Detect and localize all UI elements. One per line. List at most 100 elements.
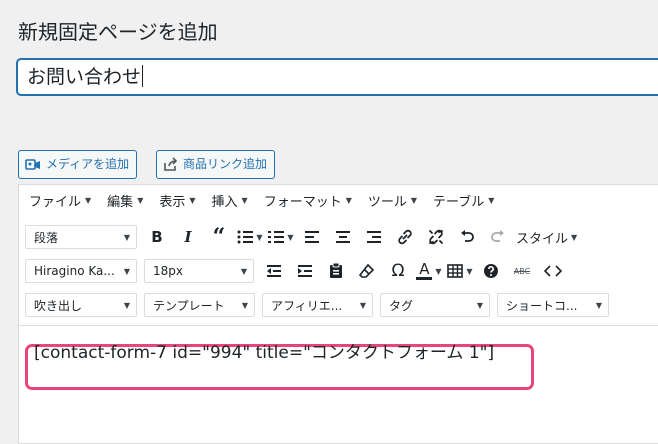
menu-tools-label: ツール bbox=[367, 194, 407, 210]
undo-button[interactable] bbox=[454, 223, 480, 251]
strikethrough-icon: ABC bbox=[513, 266, 531, 276]
toolbar-row-3: 吹き出し ▼ テンプレート ▼ アフィリエ... ▼ タグ ▼ ショートコ... ▼ bbox=[19, 288, 658, 322]
undo-icon bbox=[459, 229, 475, 245]
code-icon bbox=[544, 264, 562, 278]
italic-button[interactable]: I bbox=[175, 223, 201, 251]
style-dropdown[interactable]: スタイル ▼ bbox=[516, 223, 577, 251]
indent-button[interactable] bbox=[292, 257, 318, 285]
toolbar-row-1: 段落 ▼ B I “ ▼ ▼ スタイル ▼ bbox=[19, 220, 658, 254]
help-button[interactable] bbox=[478, 257, 504, 285]
menu-table-label: テーブル bbox=[433, 194, 485, 210]
clear-formatting-button[interactable] bbox=[354, 257, 380, 285]
menu-format-label: フォーマット bbox=[263, 194, 342, 210]
chevron-down-icon: ▼ bbox=[123, 266, 130, 276]
text-color-icon: A bbox=[416, 262, 433, 280]
chevron-down-icon: ▼ bbox=[241, 195, 248, 205]
shortcode-text: [contact-form-7 id="994" title="コンタクトフォー… bbox=[34, 343, 495, 363]
bullet-list-icon bbox=[237, 230, 254, 244]
outdent-icon bbox=[266, 264, 282, 278]
special-character-button[interactable]: Ω bbox=[385, 257, 411, 285]
affiliate-select[interactable]: アフィリエ... ▼ bbox=[262, 293, 373, 317]
paste-text-button[interactable] bbox=[323, 257, 349, 285]
format-select[interactable]: 段落 ▼ bbox=[25, 225, 137, 249]
chevron-down-icon: ▼ bbox=[345, 195, 352, 205]
chevron-down-icon: ▼ bbox=[359, 300, 366, 310]
text-color-button[interactable]: A ▼ bbox=[416, 257, 442, 285]
insert-link-button[interactable] bbox=[392, 223, 418, 251]
omega-icon: Ω bbox=[391, 261, 405, 281]
product-link-button[interactable]: 商品リンク追加 bbox=[156, 150, 276, 179]
outdent-button[interactable] bbox=[261, 257, 287, 285]
chevron-down-icon: ▼ bbox=[137, 195, 144, 205]
chevron-down-icon: ▼ bbox=[488, 195, 495, 205]
shortcode-select[interactable]: ショートコ... ▼ bbox=[497, 293, 609, 317]
align-left-icon bbox=[304, 230, 320, 244]
align-center-icon bbox=[335, 230, 351, 244]
style-label: スタイル bbox=[516, 231, 569, 247]
editor: ファイル ▼ 編集 ▼ 表示 ▼ 挿入 ▼ フォーマット ▼ ツール ▼ テーブル ▼ 段落 ▼… bbox=[18, 184, 658, 444]
menu-edit[interactable]: 編集 ▼ bbox=[99, 191, 151, 210]
text-caret bbox=[142, 65, 144, 87]
post-title-input[interactable]: お問い合わせ bbox=[17, 59, 658, 95]
bold-icon: B bbox=[151, 228, 163, 246]
media-icon bbox=[25, 157, 41, 173]
add-media-button[interactable]: メディアを追加 bbox=[18, 150, 138, 179]
chevron-down-icon: ▼ bbox=[287, 232, 294, 242]
unlink-button[interactable] bbox=[423, 223, 449, 251]
bold-button[interactable]: B bbox=[144, 223, 170, 251]
menu-tools[interactable]: ツール ▼ bbox=[360, 191, 425, 210]
chevron-down-icon: ▼ bbox=[435, 266, 442, 276]
chevron-down-icon: ▼ bbox=[189, 195, 196, 205]
help-icon bbox=[483, 263, 499, 279]
italic-icon: I bbox=[184, 228, 192, 246]
redo-button[interactable] bbox=[485, 223, 511, 251]
font-family-select[interactable]: Hiragino Ka... ▼ bbox=[25, 259, 137, 283]
font-size-value: 18px bbox=[153, 264, 183, 278]
align-right-button[interactable] bbox=[361, 223, 387, 251]
menu-view[interactable]: 表示 ▼ bbox=[151, 191, 203, 210]
page-title: 新規固定ページを追加 bbox=[18, 20, 218, 44]
align-center-button[interactable] bbox=[330, 223, 356, 251]
tag-select[interactable]: タグ ▼ bbox=[380, 293, 490, 317]
affiliate-value: アフィリエ... bbox=[271, 298, 343, 313]
chevron-down-icon: ▼ bbox=[466, 266, 473, 276]
menu-insert[interactable]: 挿入 ▼ bbox=[204, 191, 256, 210]
align-left-button[interactable] bbox=[299, 223, 325, 251]
redo-icon bbox=[490, 229, 506, 245]
eraser-icon bbox=[359, 263, 375, 279]
numbered-list-icon bbox=[268, 230, 285, 244]
speech-bubble-select[interactable]: 吹き出し ▼ bbox=[25, 293, 137, 317]
blockquote-button[interactable]: “ bbox=[206, 223, 232, 251]
chevron-down-icon: ▼ bbox=[256, 232, 263, 242]
chevron-down-icon: ▼ bbox=[85, 195, 92, 205]
tag-value: タグ bbox=[389, 298, 414, 313]
add-media-label: メディアを追加 bbox=[46, 157, 130, 171]
code-button[interactable] bbox=[540, 257, 566, 285]
chevron-down-icon: ▼ bbox=[241, 300, 248, 310]
menu-file[interactable]: ファイル ▼ bbox=[21, 191, 99, 210]
chevron-down-icon: ▼ bbox=[595, 300, 602, 310]
menu-file-label: ファイル bbox=[29, 194, 82, 210]
menu-format[interactable]: フォーマット ▼ bbox=[256, 191, 360, 210]
template-select[interactable]: テンプレート ▼ bbox=[144, 293, 255, 317]
chevron-down-icon: ▼ bbox=[410, 195, 418, 205]
editor-content-area[interactable]: [contact-form-7 id="994" title="コンタクトフォー… bbox=[19, 325, 658, 443]
menu-table[interactable]: テーブル ▼ bbox=[425, 191, 502, 210]
bullet-list-button[interactable]: ▼ bbox=[237, 223, 263, 251]
chevron-down-icon: ▼ bbox=[476, 300, 483, 310]
product-link-label: 商品リンク追加 bbox=[183, 157, 268, 171]
font-size-select[interactable]: 18px ▼ bbox=[144, 259, 254, 283]
toolbar-row-2: Hiragino Ka... ▼ 18px ▼ Ω A ▼ ▼ ABC bbox=[19, 254, 658, 288]
chevron-down-icon: ▼ bbox=[123, 300, 130, 310]
quote-icon: “ bbox=[212, 224, 226, 250]
shortcode-select-value: ショートコ... bbox=[506, 298, 578, 313]
speech-bubble-value: 吹き出し bbox=[34, 298, 83, 313]
format-select-value: 段落 bbox=[34, 230, 59, 245]
table-button[interactable]: ▼ bbox=[447, 257, 473, 285]
numbered-list-button[interactable]: ▼ bbox=[268, 223, 294, 251]
menu-edit-label: 編集 bbox=[107, 194, 134, 210]
chevron-down-icon: ▼ bbox=[571, 232, 578, 242]
font-family-value: Hiragino Ka... bbox=[34, 264, 115, 278]
link-icon bbox=[396, 228, 414, 246]
strikethrough-button[interactable]: ABC bbox=[509, 257, 535, 285]
